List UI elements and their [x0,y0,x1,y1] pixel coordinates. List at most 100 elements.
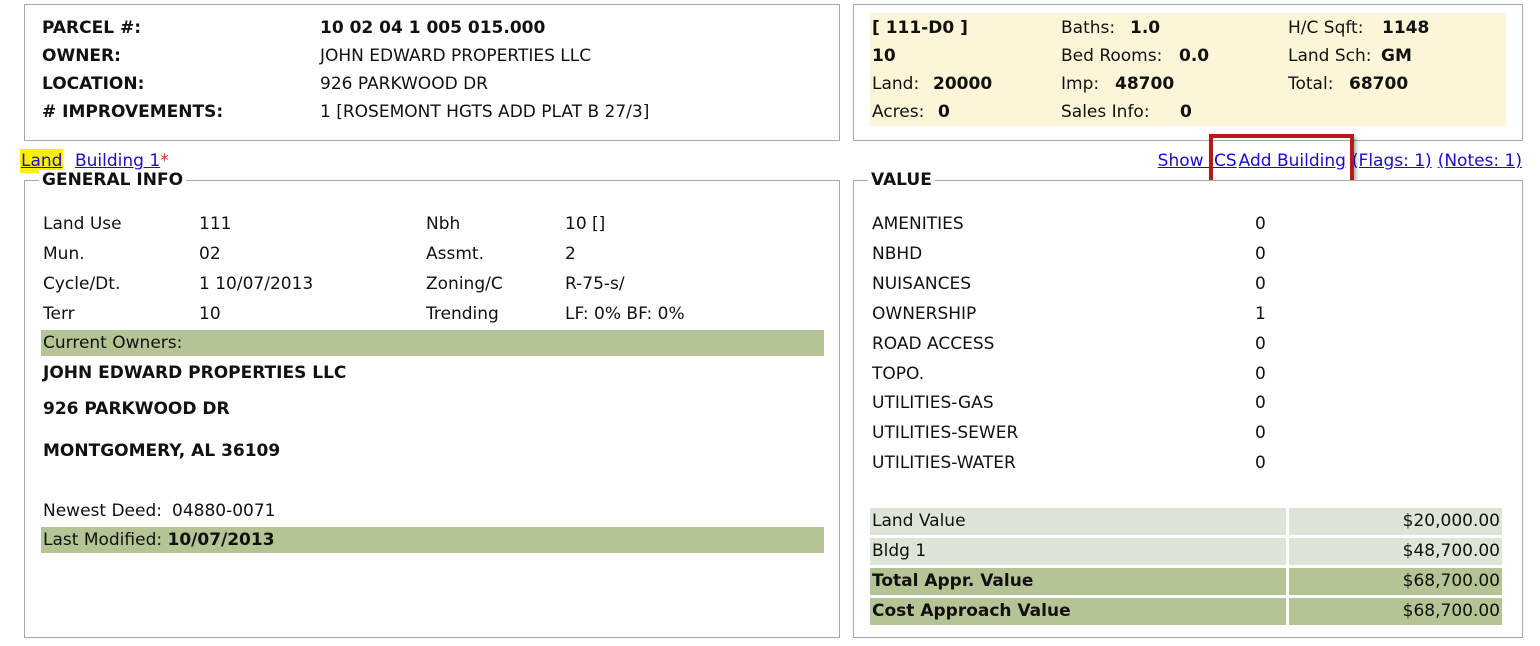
land-value-label: Land Value [870,508,1286,535]
acres-value: 0 [938,102,950,122]
land-value: 20000 [933,74,993,94]
bldg-value-label: Bldg 1 [870,538,1286,565]
value-item-value: 1 [1255,304,1266,324]
value-item-value: 0 [1255,274,1266,294]
improvements-label: # IMPROVEMENTS: [42,102,224,122]
value-item-label: UTILITIES-WATER [872,453,1016,473]
land-label: Land: [872,74,920,94]
bedrooms-label: Bed Rooms: [1061,46,1163,66]
current-owners-header: Current Owners: [41,330,824,356]
land-use-code: [ 111-D0 ] [872,18,968,38]
value-item-label: OWNERSHIP [872,304,977,324]
owner-name-row: JOHN EDWARD PROPERTIES LLC [25,359,839,387]
acres-label: Acres: [872,102,925,122]
value-item-row: AMENITIES 0 [854,210,1522,238]
building-modified-marker: * [160,151,169,171]
imp-label: Imp: [1061,74,1100,94]
newest-deed-label: Newest Deed: [43,501,162,521]
value-item-label: TOPO. [872,364,925,384]
field-value: 10 [] [565,214,606,234]
property-summary-panel: [ 111-D0 ] Baths: 1.0 H/C Sqft: 1148 10 … [853,4,1523,141]
field-value: LF: 0% BF: 0% [565,304,685,324]
owner-row: OWNER: JOHN EDWARD PROPERTIES LLC [25,42,839,70]
parcel-header-panel: PARCEL #: 10 02 04 1 005 015.000 OWNER: … [24,4,840,141]
owner-address-row: 926 PARKWOOD DR [25,395,839,423]
value-item-label: NUISANCES [872,274,972,294]
total-label: Total: [1288,74,1334,94]
value-item-row: TOPO. 0 [854,360,1522,388]
parcel-number-value: 10 02 04 1 005 015.000 [320,18,546,38]
value-item-label: AMENITIES [872,214,964,234]
location-value: 926 PARKWOOD DR [320,74,488,94]
field-label: Trending [426,304,499,324]
current-owner-name: JOHN EDWARD PROPERTIES LLC [43,363,347,383]
value-item-value: 0 [1255,453,1266,473]
newest-deed-value: 04880-0071 [172,501,276,521]
field-value: 02 [199,244,221,264]
field-label: Land Use [43,214,122,234]
field-label: Terr [43,304,75,324]
value-item-value: 0 [1255,364,1266,384]
land-sch-value: GM [1381,46,1412,66]
value-item-value: 0 [1255,244,1266,264]
hc-sqft-label: H/C Sqft: [1288,18,1364,38]
owner-label: OWNER: [42,46,121,66]
improvements-row: # IMPROVEMENTS: 1 [ROSEMONT HGTS ADD PLA… [25,98,839,126]
value-item-label: NBHD [872,244,923,264]
value-item-row: UTILITIES-GAS 0 [854,389,1522,417]
value-item-row: UTILITIES-SEWER 0 [854,419,1522,447]
summary-row-4: Acres: 0 Sales Info: 0 [870,98,1506,126]
summary-row-2: 10 Bed Rooms: 0.0 Land Sch: GM [870,42,1506,70]
add-building-highlight [1209,134,1354,186]
code-line2: 10 [872,46,896,66]
parcel-number-row: PARCEL #: 10 02 04 1 005 015.000 [25,14,839,42]
notes-link[interactable]: (Notes: 1) [1438,151,1522,171]
field-value: 1 10/07/2013 [199,274,314,294]
last-modified-bar: Last Modified: 10/07/2013 [41,527,824,553]
bedrooms-value: 0.0 [1179,46,1210,66]
value-legend: VALUE [868,170,935,190]
value-item-value: 0 [1255,423,1266,443]
owner-city-row: MONTGOMERY, AL 36109 [25,437,839,465]
imp-value: 48700 [1115,74,1175,94]
land-value-amount: $20,000.00 [1289,508,1502,535]
value-item-label: ROAD ACCESS [872,334,995,354]
value-item-value: 0 [1255,214,1266,234]
cost-approach-value-amount: $68,700.00 [1289,598,1502,625]
total-appr-value-amount: $68,700.00 [1289,568,1502,595]
land-sch-label: Land Sch: [1288,46,1372,66]
field-value: 2 [565,244,576,264]
info-row: Mun. 02 Assmt. 2 [25,240,839,268]
baths-value: 1.0 [1130,18,1161,38]
value-item-row: UTILITIES-WATER 0 [854,449,1522,477]
parcel-number-label: PARCEL #: [42,18,142,38]
value-panel: VALUE AMENITIES 0 NBHD 0 NUISANCES 0 OWN… [853,170,1523,638]
cost-approach-value-label: Cost Approach Value [870,598,1286,625]
last-modified-value: 10/07/2013 [167,530,275,550]
current-owner-city: MONTGOMERY, AL 36109 [43,441,281,461]
info-row: Terr 10 Trending LF: 0% BF: 0% [25,300,839,328]
last-modified-label: Last Modified: [43,530,163,550]
value-item-row: OWNERSHIP 1 [854,300,1522,328]
owner-value: JOHN EDWARD PROPERTIES LLC [320,46,592,66]
value-item-row: NBHD 0 [854,240,1522,268]
field-value: 111 [199,214,232,234]
summary-row-3: Land: 20000 Imp: 48700 Total: 68700 [870,70,1506,98]
current-owner-address: 926 PARKWOOD DR [43,399,230,419]
bldg-value-amount: $48,700.00 [1289,538,1502,565]
location-row: LOCATION: 926 PARKWOOD DR [25,70,839,98]
summary-row-1: [ 111-D0 ] Baths: 1.0 H/C Sqft: 1148 [870,14,1506,42]
value-item-row: NUISANCES 0 [854,270,1522,298]
total-appr-value-label: Total Appr. Value [870,568,1286,595]
sales-info-label: Sales Info: [1061,102,1150,122]
sales-info-value: 0 [1180,102,1192,122]
flags-link[interactable]: (Flags: 1) [1352,151,1432,171]
baths-label: Baths: [1061,18,1116,38]
general-info-panel: GENERAL INFO Land Use 111 Nbh 10 [] Mun.… [24,170,840,638]
hc-sqft-value: 1148 [1382,18,1430,38]
summary-box: [ 111-D0 ] Baths: 1.0 H/C Sqft: 1148 10 … [870,13,1506,126]
info-row: Land Use 111 Nbh 10 [] [25,210,839,238]
field-label: Zoning/C [426,274,503,294]
tab-building-1-label[interactable]: Building 1 [75,151,160,171]
location-label: LOCATION: [42,74,145,94]
